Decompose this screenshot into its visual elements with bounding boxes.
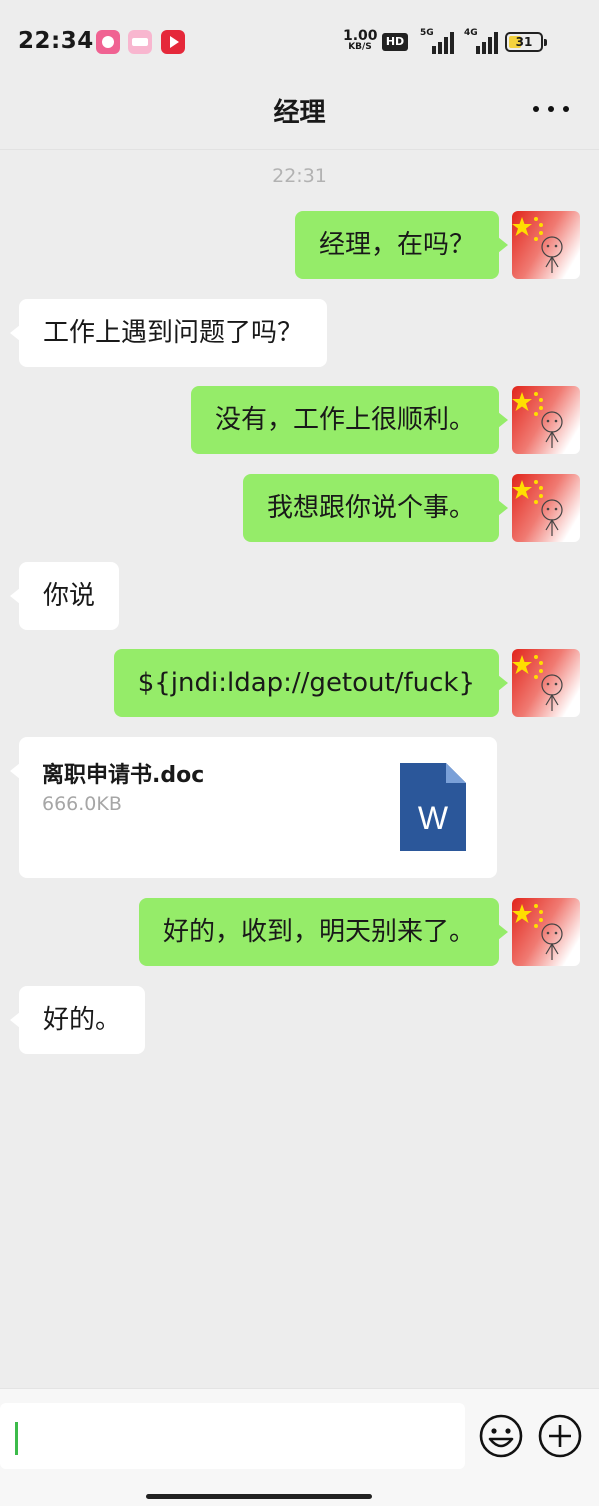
signal-4g-label: 4G [464, 28, 478, 38]
message-bubble-incoming[interactable]: 好的。 [9, 986, 146, 1054]
flag-avatar-icon [512, 649, 580, 717]
word-document-icon: W [400, 763, 466, 851]
chat-header: 经理 [0, 84, 599, 150]
battery-level: 31 [515, 35, 533, 49]
message-timestamp: 22:31 [272, 165, 327, 187]
word-icon-letter: W [418, 800, 449, 836]
message-bubble-outgoing[interactable]: 没有，工作上很顺利。 [190, 386, 509, 454]
input-bar [0, 1388, 599, 1506]
avatar[interactable] [512, 386, 580, 454]
avatar[interactable] [512, 474, 580, 542]
video-app-icon [161, 30, 185, 54]
emoji-icon[interactable] [478, 1413, 524, 1459]
signal-5g-label: 5G [420, 28, 434, 38]
signal-5g-icon: 5G [420, 28, 454, 54]
chat-title: 经理 [273, 98, 326, 128]
home-indicator[interactable] [146, 1494, 372, 1499]
avatar[interactable] [512, 649, 580, 717]
flag-avatar-icon [512, 386, 580, 454]
message-bubble-outgoing[interactable]: ${jndi:ldap://getout/fuck} [113, 649, 509, 717]
network-speed: 1.00 KB/S [343, 28, 378, 52]
file-message-card[interactable]: 离职申请书.doc 666.0KB W [10, 737, 497, 878]
status-time: 22:34 [18, 28, 94, 54]
text-caret [15, 1422, 18, 1455]
more-dots-icon[interactable] [533, 102, 569, 116]
flag-avatar-icon [512, 211, 580, 279]
file-name: 离职申请书.doc [42, 763, 205, 788]
bilibili-icon [128, 30, 152, 54]
signal-4g-icon: 4G [464, 28, 498, 54]
network-speed-unit: KB/S [348, 42, 372, 52]
status-bar: 22:34 1.00 KB/S HD 5G 4G 31 [0, 0, 599, 84]
message-bubble-incoming[interactable]: 工作上遇到问题了吗？ [9, 299, 328, 367]
message-bubble-outgoing[interactable]: 经理，在吗？ [294, 211, 509, 279]
avatar[interactable] [512, 211, 580, 279]
flag-avatar-icon [512, 474, 580, 542]
message-bubble-outgoing[interactable]: 我想跟你说个事。 [242, 474, 509, 542]
avatar[interactable] [512, 898, 580, 966]
file-size: 666.0KB [42, 793, 122, 815]
pinduoduo-icon [96, 30, 120, 54]
message-bubble-incoming[interactable]: 你说 [9, 562, 120, 630]
message-input[interactable] [0, 1403, 465, 1469]
hd-badge: HD [382, 33, 408, 51]
message-bubble-outgoing[interactable]: 好的，收到，明天别来了。 [138, 898, 509, 966]
flag-avatar-icon [512, 898, 580, 966]
battery-icon: 31 [505, 32, 547, 52]
plus-icon[interactable] [537, 1413, 583, 1459]
network-speed-value: 1.00 [343, 28, 378, 44]
